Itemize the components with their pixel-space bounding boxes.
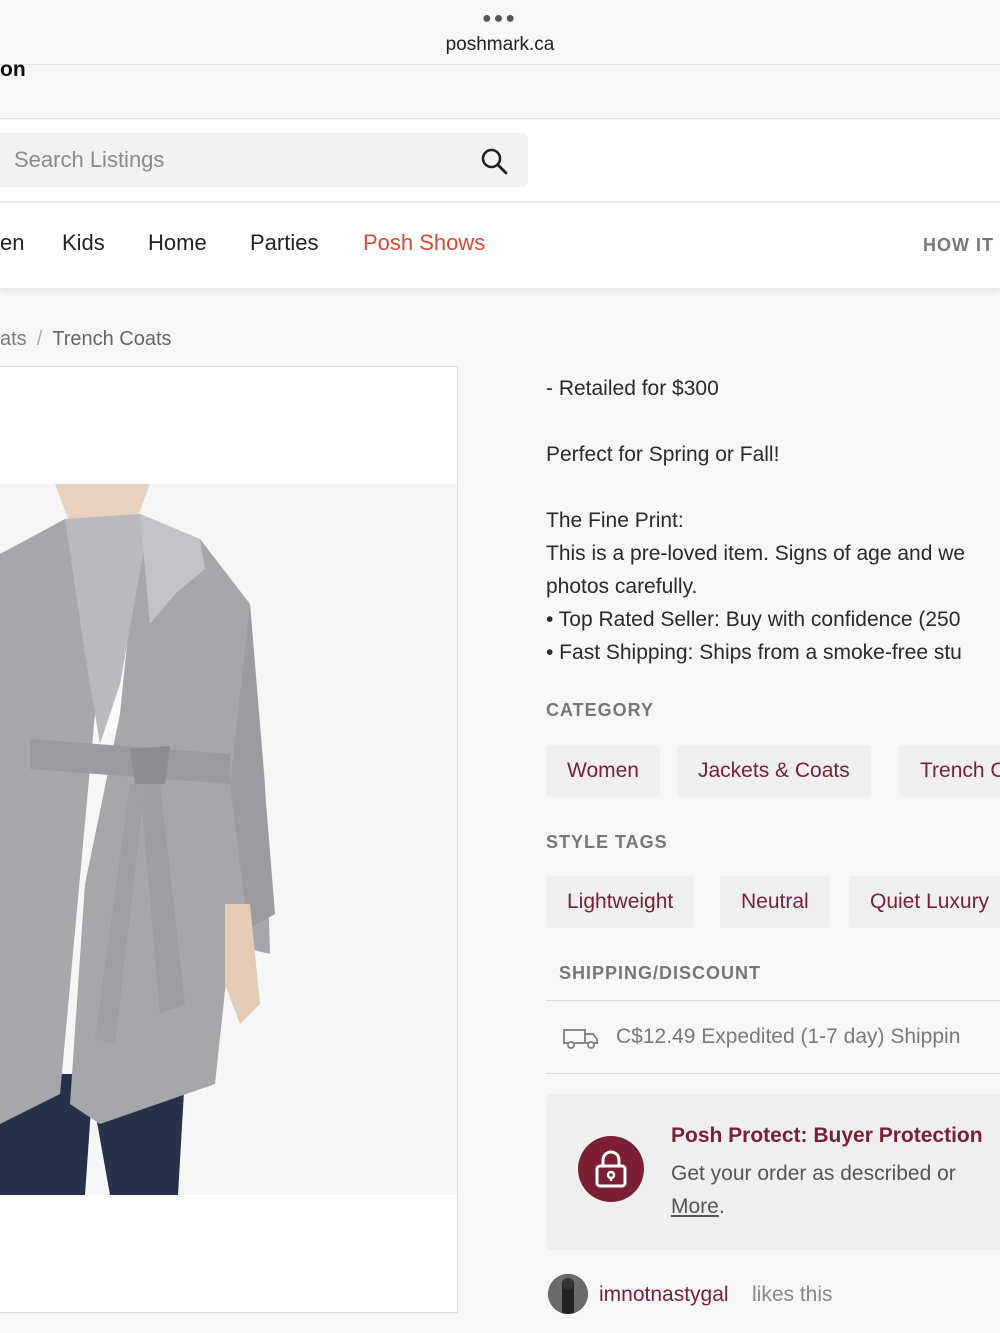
description-season: Perfect for Spring or Fall! xyxy=(546,443,780,466)
product-image-frame[interactable] xyxy=(0,366,458,1313)
posh-protect-title: Posh Protect: Buyer Protection xyxy=(671,1124,983,1147)
nav-item-kids[interactable]: Kids xyxy=(62,230,105,256)
style-tag-lightweight[interactable]: Lightweight xyxy=(546,876,695,928)
avatar[interactable] xyxy=(548,1274,588,1314)
fine-print-line2: photos carefully. xyxy=(546,575,698,598)
posh-protect-body: Get your order as described or More. xyxy=(671,1157,956,1223)
category-nav: en Kids Home Parties Posh Shows HOW IT xyxy=(0,203,1000,288)
avatar-image xyxy=(548,1274,588,1314)
liker-username[interactable]: imnotnastygal xyxy=(599,1283,729,1307)
search-box xyxy=(0,133,528,187)
truck-icon xyxy=(563,1029,598,1049)
fine-print-bullet1: • Top Rated Seller: Buy with confidence … xyxy=(546,608,961,631)
posh-protect-period: . xyxy=(718,1195,725,1218)
fine-print-bullet2: • Fast Shipping: Ships from a smoke-free… xyxy=(546,641,962,664)
search-input[interactable] xyxy=(14,143,454,177)
nav-item-home[interactable]: Home xyxy=(148,230,207,256)
header-strip xyxy=(0,65,1000,119)
listing-description: - Retailed for $300 Perfect for Spring o… xyxy=(546,372,1000,669)
style-tag-quiet-luxury[interactable]: Quiet Luxury xyxy=(849,876,1000,928)
lock-icon xyxy=(595,1150,627,1188)
posh-protect-box: Posh Protect: Buyer Protection Get your … xyxy=(546,1094,1000,1250)
search-icon[interactable] xyxy=(480,147,508,175)
learn-more-link[interactable]: More xyxy=(671,1195,719,1218)
description-retail: - Retailed for $300 xyxy=(546,377,719,400)
nav-item-parties[interactable]: Parties xyxy=(250,230,318,256)
how-it-works-link[interactable]: HOW IT xyxy=(923,235,994,256)
category-chip-jackets-coats[interactable]: Jackets & Coats xyxy=(677,745,871,797)
nav-item-posh-shows[interactable]: Posh Shows xyxy=(363,230,485,256)
category-label: CATEGORY xyxy=(546,700,655,720)
search-row xyxy=(0,120,1000,202)
breadcrumb-separator: / xyxy=(36,328,43,350)
category-chip-women[interactable]: Women xyxy=(546,745,660,797)
more-dots-icon[interactable]: ●●● xyxy=(482,10,517,28)
shipping-text: C$12.49 Expedited (1-7 day) Shippin xyxy=(616,1025,961,1048)
shipping-label: SHIPPING/DISCOUNT xyxy=(559,963,762,983)
shipping-info: C$12.49 Expedited (1-7 day) Shippin xyxy=(546,1000,1000,1074)
fine-print-title: The Fine Print: xyxy=(546,509,684,532)
style-tag-neutral[interactable]: Neutral xyxy=(720,876,830,928)
likes-text: likes this xyxy=(752,1283,833,1306)
breadcrumb: ats / Trench Coats xyxy=(0,328,172,351)
header-strip-text: on xyxy=(0,58,26,81)
fine-print-line1: This is a pre-loved item. Signs of age a… xyxy=(546,542,966,565)
product-photo xyxy=(0,484,457,1195)
browser-top-bar: ●●● poshmark.ca xyxy=(0,0,1000,65)
nav-item-men[interactable]: en xyxy=(0,230,24,256)
category-chip-trench[interactable]: Trench C xyxy=(899,745,1000,797)
breadcrumb-prev[interactable]: ats xyxy=(0,328,27,350)
posh-protect-line1: Get your order as described or xyxy=(671,1162,956,1185)
style-tags-label: STYLE TAGS xyxy=(546,832,668,852)
breadcrumb-current[interactable]: Trench Coats xyxy=(52,328,171,350)
url-bar[interactable]: poshmark.ca xyxy=(0,34,1000,56)
lock-badge xyxy=(578,1136,644,1202)
